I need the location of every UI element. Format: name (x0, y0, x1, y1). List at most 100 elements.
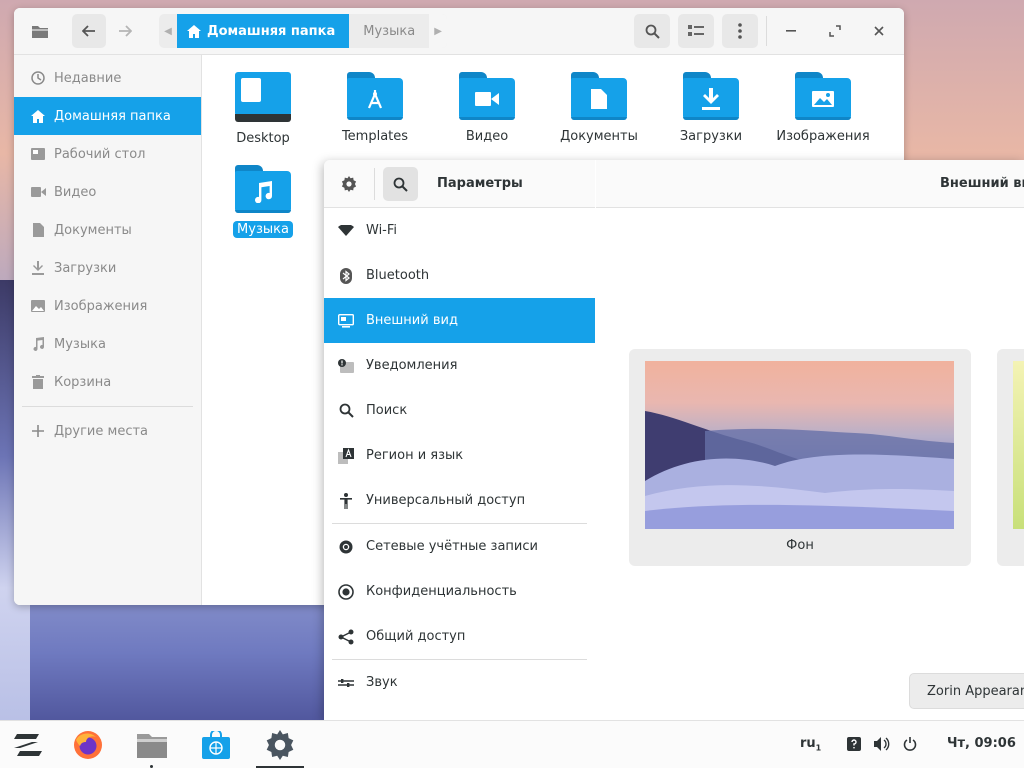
files-app[interactable] (128, 725, 176, 765)
sidebar-item-label: Рабочий стол (54, 146, 146, 162)
templates-folder-icon (347, 72, 403, 120)
file-item-label: Загрузки (679, 129, 743, 144)
path-bar: ◀ Домашняя папка Музыка ▶ (159, 14, 448, 48)
file-item-templates[interactable]: Templates (320, 72, 430, 145)
volume-tray-button[interactable] (874, 737, 890, 755)
sidebar-item-other-locations[interactable]: Другие места (14, 412, 201, 450)
appearance-panel: Фон Zorin Appearance (596, 209, 1024, 720)
view-options-button[interactable] (678, 14, 714, 48)
file-item-video[interactable]: Видео (432, 72, 542, 145)
file-item-downloads[interactable]: Загрузки (656, 72, 766, 145)
search-button[interactable] (634, 14, 670, 48)
settings-app[interactable] (256, 725, 304, 765)
settings-item-label: Уведомления (366, 358, 458, 373)
kebab-menu-icon (738, 23, 742, 39)
file-item-documents[interactable]: Документы (544, 72, 654, 145)
settings-item-label: Внешний вид (366, 313, 458, 328)
search-icon (338, 403, 354, 419)
keyboard-layout-indicator[interactable]: ru1 (800, 736, 821, 753)
sidebar-item-home[interactable]: Домашняя папка (14, 97, 201, 135)
minimize-icon (786, 30, 796, 32)
file-item-desktop[interactable]: Desktop (208, 72, 318, 147)
sidebar-item-recent[interactable]: Недавние (14, 59, 201, 97)
path-scroll-right-icon[interactable]: ▶ (429, 14, 448, 48)
settings-item-label: Общий доступ (366, 629, 466, 644)
settings-item-sharing[interactable]: Общий доступ (324, 614, 595, 659)
folder-icon (32, 26, 48, 38)
sidebar-item-label: Загрузки (54, 260, 117, 276)
breadcrumb-music[interactable]: Музыка (349, 14, 430, 48)
sidebar-item-documents[interactable]: Документы (14, 211, 201, 249)
sidebar-item-label: Видео (54, 184, 97, 200)
sidebar-item-desktop[interactable]: Рабочий стол (14, 135, 201, 173)
download-icon (30, 260, 46, 276)
settings-item-accessibility[interactable]: Универсальный доступ (324, 478, 595, 523)
wallpaper-mountains-image (645, 411, 954, 529)
taskbar: ru1 Чт, 09:06 (0, 720, 1024, 768)
maximize-button[interactable] (822, 14, 848, 48)
firefox-app[interactable] (64, 725, 112, 765)
settings-item-label: Сетевые учётные записи (366, 539, 538, 554)
settings-item-label: Универсальный доступ (366, 493, 526, 508)
background-label: Фон (786, 538, 814, 553)
file-item-pictures[interactable]: Изображения (768, 72, 878, 145)
settings-item-notifications[interactable]: Уведомления (324, 343, 595, 388)
path-scroll-left-icon[interactable]: ◀ (159, 14, 177, 48)
home-icon (187, 24, 201, 38)
files-folder-icon (137, 734, 167, 758)
file-item-label: Изображения (776, 129, 870, 144)
sidebar-item-downloads[interactable]: Загрузки (14, 249, 201, 287)
file-item-music[interactable]: Музыка (208, 165, 318, 238)
documents-folder-icon (571, 72, 627, 120)
sidebar-item-trash[interactable]: Корзина (14, 363, 201, 401)
breadcrumb-home[interactable]: Домашняя папка (177, 14, 350, 48)
settings-item-label: Регион и язык (366, 448, 464, 463)
keyboard-layout-label: ru (800, 736, 816, 751)
sidebar-item-label: Другие места (54, 423, 149, 439)
background-preview (645, 361, 954, 529)
online-accounts-icon (338, 539, 354, 555)
zorin-logo-icon (14, 734, 42, 756)
settings-item-online-accounts[interactable]: Сетевые учётные записи (324, 524, 595, 569)
clock[interactable]: Чт, 09:06 (947, 736, 1016, 751)
privacy-icon (338, 583, 354, 600)
back-button[interactable] (72, 14, 106, 48)
next-card-partial[interactable] (997, 349, 1024, 566)
files-app-icon[interactable] (24, 14, 56, 48)
software-store-app[interactable] (192, 725, 240, 765)
region-icon (338, 447, 354, 464)
menu-button[interactable] (722, 14, 758, 48)
desktop-icon (30, 146, 46, 162)
settings-item-privacy[interactable]: Конфиденциальность (324, 569, 595, 614)
settings-search-button[interactable] (383, 167, 418, 201)
gear-icon (341, 176, 357, 192)
close-icon (874, 26, 884, 36)
sidebar-item-music[interactable]: Музыка (14, 325, 201, 363)
settings-item-label: Конфиденциальность (366, 584, 517, 599)
settings-menu-button[interactable] (334, 168, 364, 200)
help-tray-button[interactable] (847, 737, 861, 755)
clock-icon (30, 70, 46, 86)
settings-header-right: Внешний вид (596, 160, 1024, 208)
forward-button[interactable] (108, 14, 142, 48)
settings-item-appearance[interactable]: Внешний вид (324, 298, 595, 343)
sidebar-item-video[interactable]: Видео (14, 173, 201, 211)
close-button[interactable] (866, 14, 892, 48)
background-card[interactable]: Фон (629, 349, 971, 566)
sidebar-item-pictures[interactable]: Изображения (14, 287, 201, 325)
zorin-menu-button[interactable] (4, 725, 52, 765)
files-header: ◀ Домашняя папка Музыка ▶ (14, 8, 904, 55)
music-folder-icon (235, 165, 291, 213)
zorin-appearance-button[interactable]: Zorin Appearance (909, 673, 1024, 709)
settings-item-sound[interactable]: Звук (324, 660, 595, 705)
settings-item-bluetooth[interactable]: Bluetooth (324, 253, 595, 298)
video-folder-icon (459, 72, 515, 120)
settings-item-wifi[interactable]: Wi-Fi (324, 208, 595, 253)
settings-item-search[interactable]: Поиск (324, 388, 595, 433)
minimize-button[interactable] (778, 14, 804, 48)
music-icon (30, 336, 46, 352)
power-tray-button[interactable] (903, 737, 917, 755)
file-item-label: Desktop (236, 131, 290, 146)
breadcrumb-home-label: Домашняя папка (207, 23, 336, 39)
settings-item-region[interactable]: Регион и язык (324, 433, 595, 478)
